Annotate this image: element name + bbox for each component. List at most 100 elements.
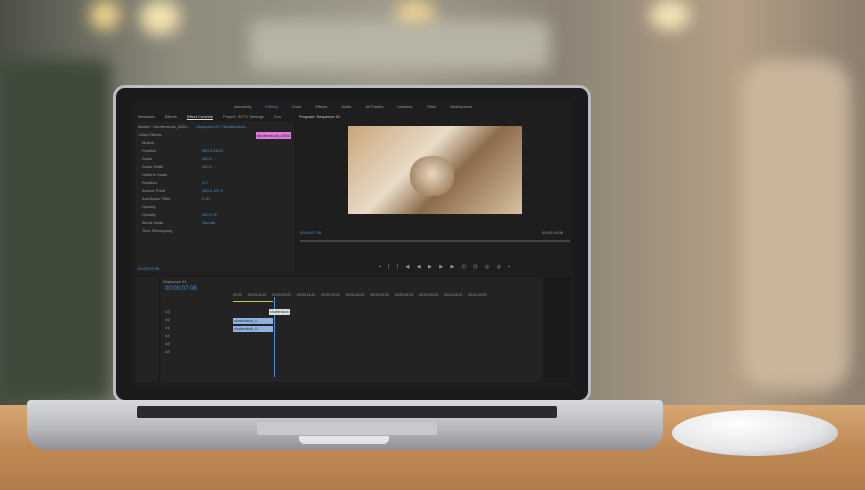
time-ruler[interactable]: 00:00 00:00:04:23 00:00:09:23 00:00:14:23 00…: [233, 293, 487, 297]
effect-value[interactable]: 100.0: [202, 156, 212, 161]
track-header[interactable]: A2: [165, 341, 170, 349]
track-header[interactable]: A3: [165, 349, 170, 357]
workspace-tab[interactable]: All Panels: [366, 104, 384, 109]
ec-timecode: 00:00:07:08: [138, 266, 160, 271]
ruler-tick: 00:00:04:23: [247, 293, 267, 297]
sequence-clip[interactable]: Sequence 01 * shutterstock...: [196, 124, 248, 129]
tools-panel: [136, 277, 158, 382]
tab-program[interactable]: Program: Sequence 01: [299, 114, 340, 119]
tab-project[interactable]: Project: SCTV Settings: [223, 114, 264, 119]
ruler-tick: 00:00:14:23: [296, 293, 316, 297]
cat-video-frame: [348, 126, 522, 214]
effect-value[interactable]: Normal: [202, 220, 215, 225]
tab-effects[interactable]: Effects: [165, 114, 177, 119]
audio-meter: [544, 277, 570, 382]
workspace-tab[interactable]: Titles: [427, 104, 436, 109]
clip-label: shutterstock_4246: [256, 132, 291, 139]
effect-label: Uniform Scale: [142, 171, 168, 177]
timeline-clip[interactable]: shutterstock: [269, 309, 290, 315]
cat-face: [410, 156, 454, 196]
track-header[interactable]: V1: [165, 325, 170, 333]
workspace-tab[interactable]: Workspaces: [450, 104, 472, 109]
effect-row[interactable]: Scale 100.0: [136, 154, 294, 162]
blurred-person: [740, 60, 850, 390]
program-timecode: 00:00:07:08: [300, 230, 322, 235]
effect-label: Scale: [142, 155, 153, 161]
effect-value[interactable]: 100.0 %: [202, 212, 217, 217]
ruler-tick: 00:00:49:22: [468, 293, 487, 297]
effect-label: Anti-flicker Filter: [142, 195, 171, 201]
wireless-mouse[interactable]: [672, 410, 838, 456]
lid-notch: [299, 436, 389, 444]
workspace-tab[interactable]: Audio: [341, 104, 351, 109]
effect-label: Time Remapping: [142, 227, 173, 233]
effect-label: Blend Mode: [142, 219, 164, 225]
program-duration: 00:00:14:06: [542, 230, 564, 235]
bokeh-light: [140, 0, 180, 35]
premiere-screen: Assembly Editing Color Effects Audio All…: [134, 102, 572, 386]
effect-controls-panel: Master * shutterstock_4246... Sequence 01…: [136, 122, 294, 272]
effect-row[interactable]: Scale Width 100.0: [136, 162, 294, 170]
effect-label: Anchor Point: [142, 187, 165, 193]
effect-row[interactable]: Opacity: [136, 202, 294, 210]
timeline-clip[interactable]: shutterstock_4...: [233, 326, 273, 332]
bokeh-light: [650, 0, 690, 30]
sequence-tab[interactable]: Sequence 01: [161, 277, 541, 286]
track-headers: V3 V2 V1 A1 A2 A3: [165, 309, 170, 357]
timeline-clip[interactable]: shutterstock_4...: [233, 318, 273, 324]
effect-row[interactable]: Blend Mode Normal: [136, 218, 294, 226]
blurred-plant: [0, 60, 110, 400]
workspace-tab[interactable]: Assembly: [234, 104, 251, 109]
effect-row[interactable]: Rotation 0.0: [136, 178, 294, 186]
effect-value[interactable]: 250.0 187.0: [202, 188, 223, 193]
effect-row[interactable]: Time Remapping: [136, 226, 294, 234]
tab-source[interactable]: Sou: [274, 114, 281, 119]
effect-label: Opacity: [142, 203, 156, 209]
master-clip: Master * shutterstock_4246...: [138, 124, 191, 129]
laptop-base: [27, 400, 663, 450]
effect-rows: Motion Position 960.0 540.0 Scale 100.0 Scale…: [136, 138, 294, 234]
panel-tabs: Metadata Effects Effect Controls Project…: [138, 114, 281, 119]
tab-metadata[interactable]: Metadata: [138, 114, 155, 119]
effect-row[interactable]: Uniform Scale: [136, 170, 294, 178]
trackpad[interactable]: [257, 422, 437, 435]
effect-value[interactable]: 960.0 540.0: [202, 148, 223, 153]
workspace-tab-active[interactable]: Editing: [265, 104, 277, 109]
ruler-tick: 00:00:29:23: [370, 293, 389, 297]
effect-label: Rotation: [142, 179, 157, 185]
effect-value[interactable]: 0.0: [202, 180, 208, 185]
ruler-tick: 00:00:24:23: [345, 293, 365, 297]
ruler-tick: 00:00:39:23: [419, 293, 438, 297]
effect-row[interactable]: Anti-flicker Filter 0.00: [136, 194, 294, 202]
laptop-lid: Assembly Editing Color Effects Audio All…: [113, 85, 591, 403]
workspace-tab[interactable]: Color: [292, 104, 302, 109]
effect-row[interactable]: Motion: [136, 138, 294, 146]
track-header[interactable]: A1: [165, 333, 170, 341]
effect-label: Position: [142, 147, 157, 153]
ruler-tick: 00:00:19:23: [321, 293, 340, 297]
workspace-bar: Assembly Editing Color Effects Audio All…: [234, 104, 472, 109]
transport-controls[interactable]: ▪ | | ◀ ◀ ▶ ▶ ▶ ⊡ ⊡ ◎ ◎ ▪: [379, 264, 513, 270]
effect-label: Scale Width: [142, 163, 164, 169]
ruler-tick: 00:00:44:22: [443, 293, 463, 297]
keyboard: [137, 406, 557, 418]
effect-row[interactable]: Position 960.0 540.0: [136, 146, 294, 154]
effect-row[interactable]: Anchor Point 250.0 187.0: [136, 186, 294, 194]
bokeh-light: [90, 0, 120, 30]
effect-row[interactable]: Opacity 100.0 %: [136, 210, 294, 218]
timeline-panel: Sequence 01 00:00:07:08 00:00 00:00:04:23…: [161, 277, 541, 382]
effect-value[interactable]: 0.00: [202, 196, 210, 201]
track-header[interactable]: V3: [165, 309, 170, 317]
work-area-bar[interactable]: [233, 301, 273, 302]
effect-value[interactable]: 100.0: [202, 164, 212, 169]
ruler-tick: 00:00:09:23: [272, 293, 291, 297]
track-header[interactable]: V2: [165, 317, 170, 325]
effect-label: Motion: [142, 139, 155, 145]
ruler-tick: 00:00: [233, 293, 242, 297]
workspace-tab[interactable]: Libraries: [397, 104, 412, 109]
timeline-timecode: 00:00:07:08: [165, 286, 197, 292]
workspace-tab[interactable]: Effects: [315, 104, 327, 109]
program-scrubber[interactable]: [300, 240, 570, 242]
tab-effect-controls[interactable]: Effect Controls: [187, 114, 213, 119]
bokeh-shelf: [250, 20, 550, 70]
